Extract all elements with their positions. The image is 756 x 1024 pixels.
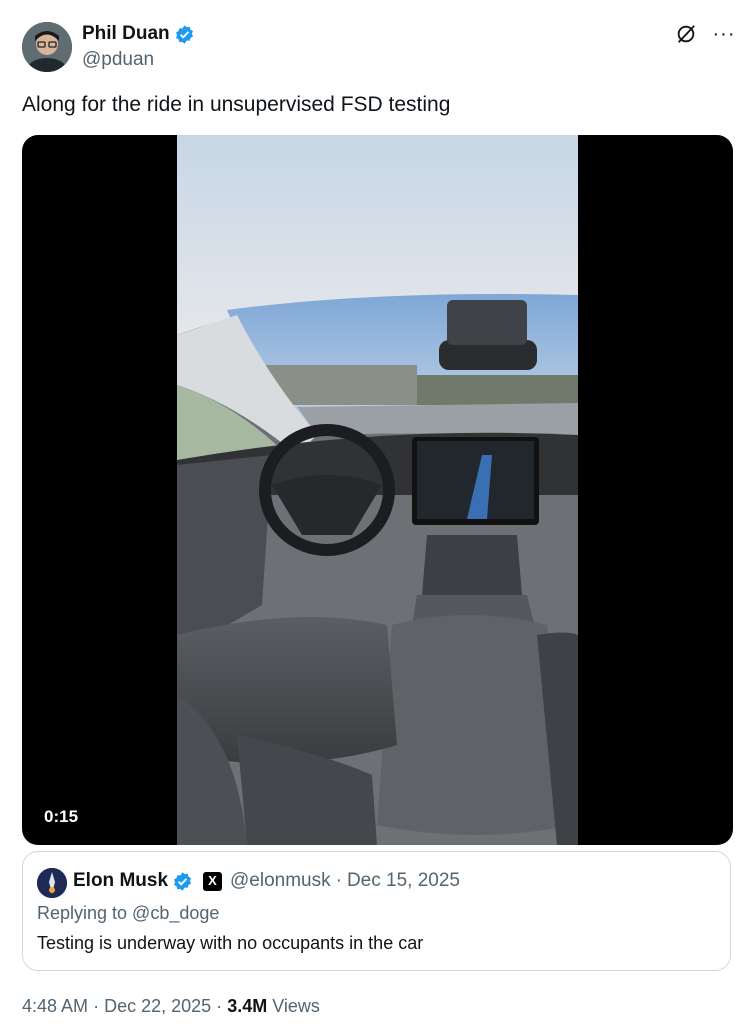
author-name-text[interactable]: Phil Duan	[82, 22, 170, 46]
author-name[interactable]: Phil Duan	[82, 22, 195, 46]
views-count: 3.4M	[227, 996, 268, 1016]
quote-author-handle[interactable]: @elonmusk	[230, 869, 331, 893]
meta-separator: ·	[216, 996, 223, 1016]
meta-separator: ·	[93, 996, 100, 1016]
quote-text: Testing is underway with no occupants in…	[37, 933, 424, 953]
views-label: Views	[272, 996, 320, 1016]
quote-header: Elon Musk X @elonmusk · Dec 15, 2025	[73, 869, 460, 893]
post-time[interactable]: 4:48 AM	[22, 996, 88, 1016]
more-icon[interactable]: ···	[712, 22, 736, 46]
verified-badge-icon	[174, 871, 192, 891]
post-top-actions: ···	[674, 22, 736, 46]
post-date[interactable]: Dec 22, 2025	[104, 996, 211, 1016]
quote-date[interactable]: Dec 15, 2025	[347, 869, 460, 893]
video-duration: 0:15	[38, 805, 85, 829]
author-avatar[interactable]	[22, 22, 72, 72]
meta-separator: ·	[335, 870, 342, 891]
video-frame[interactable]	[177, 135, 578, 845]
verified-badge-icon	[175, 24, 193, 44]
quote-replying-to[interactable]: Replying to @cb_doge	[37, 903, 219, 924]
post-metadata: 4:48 AM · Dec 22, 2025 · 3.4M Views	[22, 994, 320, 1018]
grok-icon[interactable]	[674, 22, 698, 46]
quote-author-avatar[interactable]	[37, 868, 67, 898]
video-player[interactable]: 0:15	[22, 135, 733, 845]
quoted-post[interactable]: Elon Musk X @elonmusk · Dec 15, 2025 Rep…	[22, 851, 731, 971]
post-text: Along for the ride in unsupervised FSD t…	[22, 93, 451, 116]
author-handle[interactable]: @pduan	[82, 48, 154, 72]
quote-author-name[interactable]: Elon Musk	[73, 869, 168, 893]
x-affiliate-badge-icon: X	[203, 871, 223, 891]
